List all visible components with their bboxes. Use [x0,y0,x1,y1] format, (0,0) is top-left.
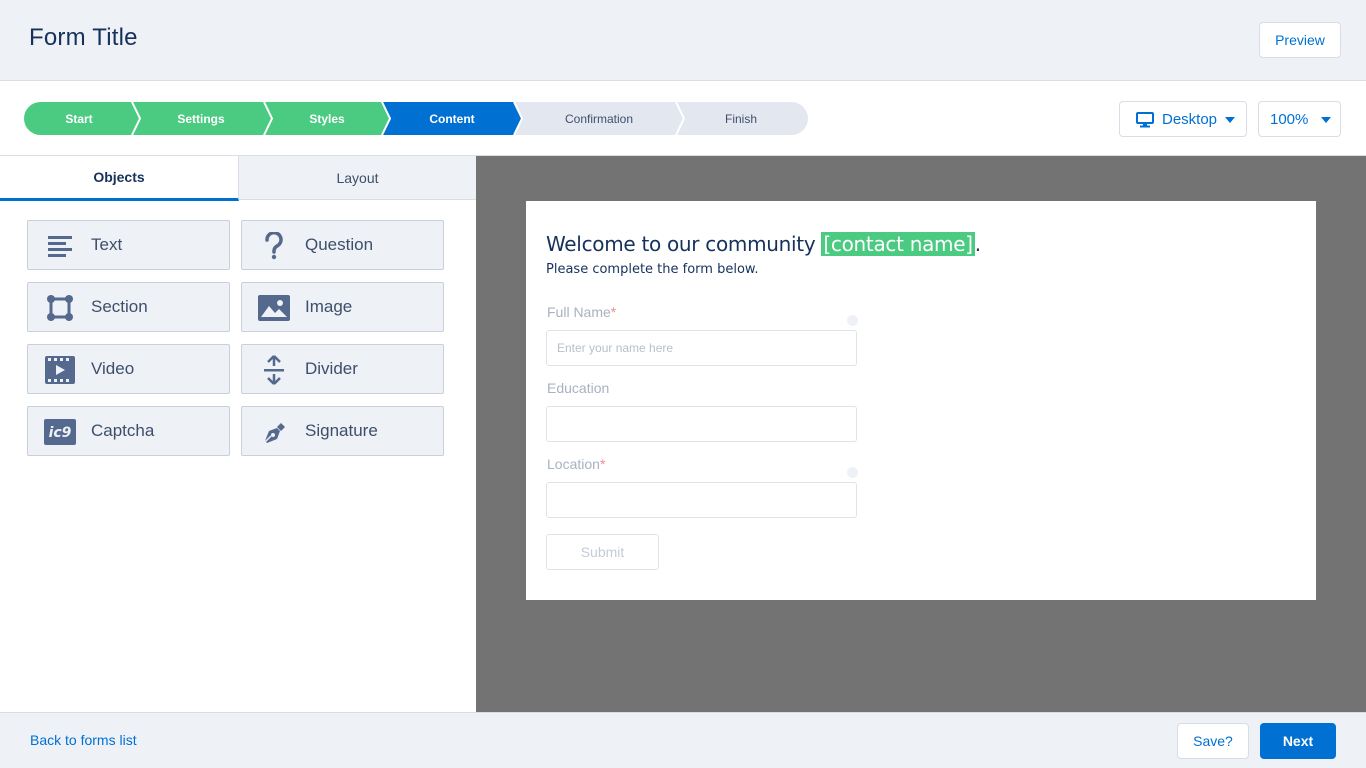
object-label: Divider [305,359,358,378]
step-styles[interactable]: Styles [268,102,386,135]
page-header: Form Title Preview [0,0,1366,81]
form-preview-card[interactable]: Welcome to our community [contact name].… [526,201,1316,600]
object-label: Video [91,359,135,378]
submit-button[interactable]: Submit [546,534,659,570]
object-label: Signature [305,421,378,440]
step-finish[interactable]: Finish [680,102,802,135]
object-section[interactable]: Section [27,282,230,332]
chevron-down-icon [1321,117,1331,123]
required-marker: * [610,304,617,320]
captcha-icon: ic9 [43,417,77,447]
welcome-heading[interactable]: Welcome to our community [contact name]. [546,232,981,256]
object-captcha[interactable]: ic9 Captcha [27,406,230,456]
monitor-icon [1136,112,1154,128]
divider-arrows-icon [257,355,291,385]
form-canvas: Welcome to our community [contact name].… [476,156,1366,712]
field-label-text: Education [547,380,610,396]
object-video[interactable]: Video [27,344,230,394]
tab-objects[interactable]: Objects [0,156,239,201]
chevron-down-icon [1225,117,1235,123]
welcome-text: Welcome to our community [546,232,822,256]
step-settings[interactable]: Settings [136,102,266,135]
back-to-forms-link[interactable]: Back to forms list [30,732,137,748]
tab-layout[interactable]: Layout [239,156,476,200]
device-select-value: Desktop [1162,111,1218,128]
object-label: Captcha [91,421,155,440]
zoom-select[interactable]: 100% [1258,101,1341,137]
field-label-full-name: Full Name* [547,304,616,320]
question-mark-icon [257,231,291,261]
object-label: Section [91,297,148,316]
step-content[interactable]: Content [386,102,518,135]
object-divider[interactable]: Divider [241,344,444,394]
object-label: Image [305,297,353,316]
field-label-text: Full Name [547,304,611,320]
svg-text:ic9: ic9 [49,425,72,441]
help-icon[interactable] [847,467,858,478]
object-signature[interactable]: Signature [241,406,444,456]
object-label: Text [91,235,123,254]
section-frame-icon [43,293,77,323]
form-title[interactable]: Form Title [29,24,138,52]
merge-field-contact-name[interactable]: [contact name] [821,232,975,256]
video-icon [43,355,77,385]
object-image[interactable]: Image [241,282,444,332]
objects-panel: Objects Layout Text Question Section Ima… [0,156,476,712]
step-confirmation[interactable]: Confirmation [518,102,680,135]
welcome-end: . [974,232,981,256]
field-label-text: Location [547,456,600,472]
text-lines-icon [43,231,77,261]
save-button[interactable]: Save? [1177,723,1249,759]
object-text[interactable]: Text [27,220,230,270]
image-icon [257,293,291,323]
page-footer: Back to forms list Save? Next [0,712,1366,768]
location-input[interactable] [546,482,857,518]
field-label-education: Education [547,380,609,396]
help-icon[interactable] [847,315,858,326]
preview-button[interactable]: Preview [1259,22,1341,58]
wizard-toolbar: Start Settings Styles Content Confirmati… [0,81,1366,156]
next-button[interactable]: Next [1260,723,1336,759]
zoom-select-value: 100% [1270,111,1309,128]
form-subtext[interactable]: Please complete the form below. [546,262,758,277]
signature-pen-icon [257,417,291,447]
full-name-input[interactable]: Enter your name here [546,330,857,366]
field-label-location: Location* [547,456,605,472]
panel-tabs: Objects Layout [0,156,476,201]
required-marker: * [599,456,606,472]
device-select[interactable]: Desktop [1119,101,1247,137]
wizard-path: Start Settings Styles Content Confirmati… [24,102,808,135]
object-label: Question [305,235,374,254]
education-input[interactable] [546,406,857,442]
step-start[interactable]: Start [24,102,134,135]
object-question[interactable]: Question [241,220,444,270]
